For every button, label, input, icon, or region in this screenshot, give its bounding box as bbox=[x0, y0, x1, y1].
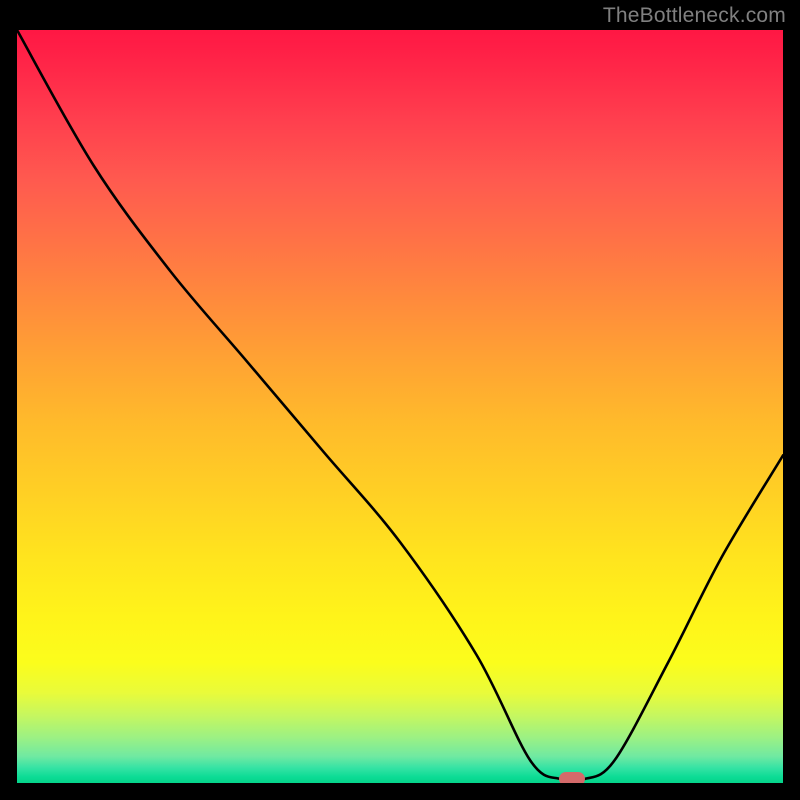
sweet-spot-marker bbox=[559, 772, 585, 783]
watermark-text: TheBottleneck.com bbox=[603, 4, 786, 28]
bottleneck-curve bbox=[17, 30, 783, 783]
chart-frame: TheBottleneck.com bbox=[0, 0, 800, 800]
plot-area bbox=[17, 30, 783, 783]
curve-path bbox=[17, 30, 783, 782]
